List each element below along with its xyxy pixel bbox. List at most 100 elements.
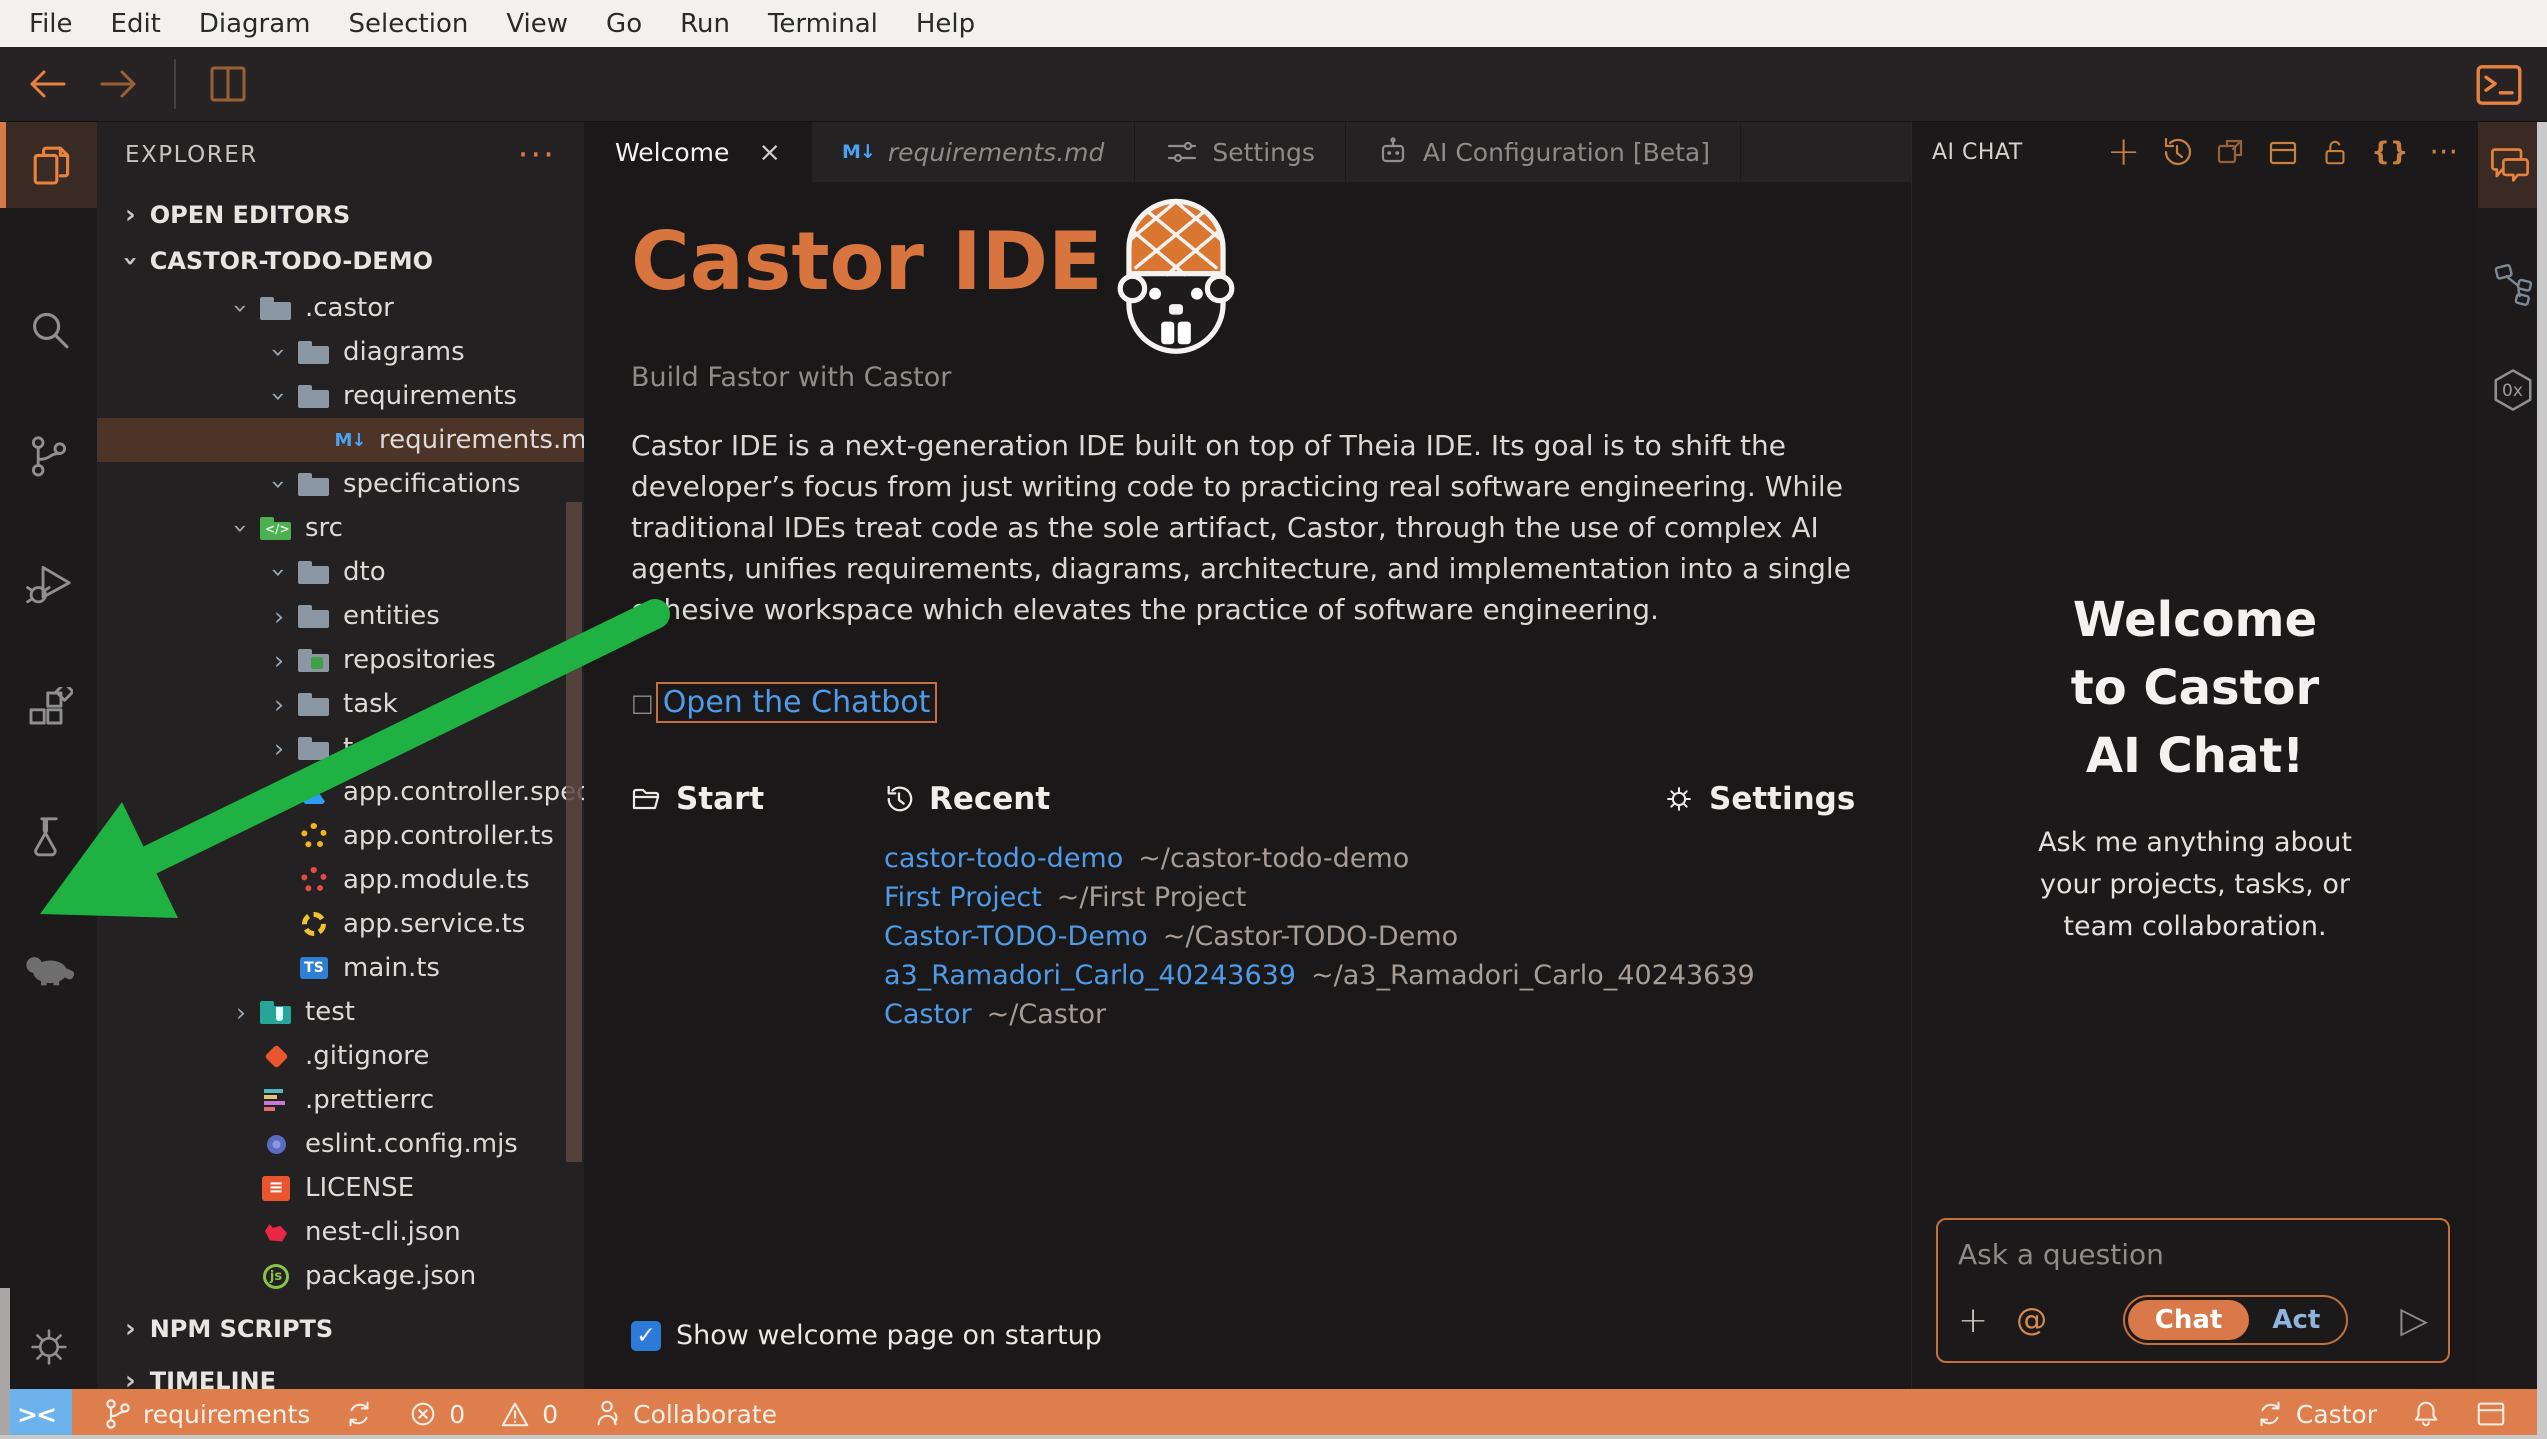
tree-item[interactable]: requirements.md xyxy=(97,418,584,462)
section-workspace-root[interactable]: › CASTOR-TODO-DEMO xyxy=(97,238,584,284)
explorer-more-actions-icon[interactable]: ··· xyxy=(518,135,556,175)
sidebar-item-source-control[interactable] xyxy=(0,429,97,485)
unlock-icon[interactable] xyxy=(2320,136,2350,168)
sidebar-item-castor-beaver[interactable] xyxy=(0,937,97,993)
recent-link[interactable]: Castor-TODO-Demo xyxy=(884,917,1148,956)
file-icon xyxy=(297,778,331,806)
mention-at-icon[interactable]: @ xyxy=(2016,1302,2047,1338)
tree-item[interactable]: repositories xyxy=(97,638,584,682)
recent-item: Castor-TODO-Demo ~/Castor-TODO-Demo xyxy=(884,917,1664,956)
tree-item[interactable]: .castor xyxy=(97,286,584,330)
section-open-editors[interactable]: › OPEN EDITORS xyxy=(97,192,584,238)
chat-question-input[interactable] xyxy=(1958,1238,2428,1271)
menu-item[interactable]: Diagram xyxy=(180,9,330,39)
git-branch-status[interactable]: requirements xyxy=(102,1397,310,1431)
send-icon[interactable]: ▷ xyxy=(2400,1300,2428,1341)
tree-item[interactable]: LICENSE xyxy=(97,1166,584,1210)
tree-chevron-icon xyxy=(265,338,293,367)
sync-status[interactable] xyxy=(344,1399,374,1429)
tab-requirements-md[interactable]: M↓ requirements.md xyxy=(812,122,1135,182)
tab-welcome[interactable]: Welcome × xyxy=(585,122,812,182)
recent-link[interactable]: First Project xyxy=(884,878,1042,917)
terminal-icon[interactable] xyxy=(2473,61,2525,113)
show-welcome-checkbox[interactable]: ✓ Show welcome page on startup xyxy=(631,1320,1102,1351)
split-editor-icon[interactable] xyxy=(204,62,252,106)
section-npm-scripts[interactable]: › NPM SCRIPTS xyxy=(97,1306,584,1352)
menu-item[interactable]: View xyxy=(487,9,587,39)
tree-item[interactable]: app.service.ts xyxy=(97,902,584,946)
open-in-new-icon[interactable] xyxy=(2214,136,2246,168)
warnings-status[interactable]: 0 xyxy=(499,1399,558,1429)
checkbox-checked-icon[interactable]: ✓ xyxy=(631,1321,661,1351)
file-icon xyxy=(259,1218,293,1246)
new-chat-icon[interactable]: + xyxy=(2107,132,2141,172)
tree-item[interactable]: main.ts xyxy=(97,946,584,990)
tab-settings[interactable]: Settings xyxy=(1135,122,1346,182)
file-icon xyxy=(259,514,293,542)
tree-item[interactable]: app.controller.spec.ts xyxy=(97,770,584,814)
section-timeline[interactable]: › TIMELINE xyxy=(97,1358,584,1389)
castor-sync-status[interactable]: Castor xyxy=(2255,1399,2377,1429)
close-icon[interactable]: × xyxy=(758,137,781,168)
history-icon[interactable] xyxy=(2161,136,2193,168)
tree-item[interactable]: dto xyxy=(97,550,584,594)
tree-item[interactable]: task xyxy=(97,682,584,726)
recent-link[interactable]: castor-todo-demo xyxy=(884,839,1123,878)
sidebar-scrollbar-thumb[interactable] xyxy=(566,502,582,1162)
source-control-icon xyxy=(25,433,73,481)
menu-item[interactable]: Terminal xyxy=(749,9,897,39)
more-actions-icon[interactable]: ··· xyxy=(2429,135,2458,170)
tree-item[interactable]: test xyxy=(97,990,584,1034)
tree-item[interactable]: package.json xyxy=(97,1254,584,1298)
tab-ai-configuration[interactable]: AI Configuration [Beta] xyxy=(1346,122,1741,182)
tree-item[interactable]: specifications xyxy=(97,462,584,506)
tree-item[interactable]: eslint.config.mjs xyxy=(97,1122,584,1166)
forward-button[interactable] xyxy=(96,64,142,104)
sidebar-item-run-debug[interactable] xyxy=(0,556,97,612)
collaborate-status[interactable]: Collaborate xyxy=(592,1398,777,1430)
manage-settings-button[interactable] xyxy=(0,1319,97,1375)
tree-item[interactable]: todo xyxy=(97,726,584,770)
file-tree: .castor diagrams requirements requiremen… xyxy=(97,286,584,1298)
split-layout-icon[interactable] xyxy=(2267,136,2299,168)
tree-item[interactable]: app.controller.ts xyxy=(97,814,584,858)
menu-item[interactable]: Help xyxy=(897,9,994,39)
sidebar-item-extensions[interactable] xyxy=(0,683,97,739)
file-icon xyxy=(259,1086,293,1114)
menu-item[interactable]: Run xyxy=(661,9,749,39)
tree-item[interactable]: requirements xyxy=(97,374,584,418)
menu-item[interactable]: File xyxy=(10,9,92,39)
tree-item[interactable]: .prettierrc xyxy=(97,1078,584,1122)
menu-item[interactable]: Edit xyxy=(92,9,180,39)
open-chatbot-link[interactable]: Open the Chatbot xyxy=(656,682,938,723)
notifications-bell[interactable] xyxy=(2411,1398,2441,1430)
attach-plus-icon[interactable]: + xyxy=(1958,1300,1988,1341)
mode-chat-button[interactable]: Chat xyxy=(2128,1300,2250,1340)
ai-config-icon xyxy=(1376,136,1410,168)
window-scrollbar[interactable] xyxy=(2537,122,2547,1439)
mode-act-button[interactable]: Act xyxy=(2249,1300,2343,1340)
remote-indicator[interactable]: >< xyxy=(0,1389,72,1439)
recent-link[interactable]: Castor xyxy=(884,995,972,1034)
test-flask-icon xyxy=(25,814,73,862)
sidebar-item-explorer[interactable] xyxy=(0,122,97,208)
menu-item[interactable]: Selection xyxy=(330,9,488,39)
errors-status[interactable]: 0 xyxy=(408,1399,465,1429)
recent-link[interactable]: a3_Ramadori_Carlo_40243639 xyxy=(884,956,1296,995)
menu-item[interactable]: Go xyxy=(587,9,661,39)
panel-layout-toggle[interactable] xyxy=(2475,1399,2507,1429)
ai-chat-panel: AI CHAT + {} ··· Welcome to Castor xyxy=(1911,122,2478,1389)
tree-item[interactable]: nest-cli.json xyxy=(97,1210,584,1254)
sidebar-item-testing[interactable] xyxy=(0,810,97,866)
braces-icon[interactable]: {} xyxy=(2371,137,2408,167)
tree-item[interactable]: .gitignore xyxy=(97,1034,584,1078)
explorer-sidebar: EXPLORER ··· › OPEN EDITORS › CASTOR-TOD… xyxy=(97,122,585,1389)
recent-path: ~/First Project xyxy=(1057,878,1247,917)
tree-item[interactable]: app.module.ts xyxy=(97,858,584,902)
tree-item[interactable]: src xyxy=(97,506,584,550)
tree-item[interactable]: diagrams xyxy=(97,330,584,374)
back-button[interactable] xyxy=(24,64,70,104)
tree-item[interactable]: entities xyxy=(97,594,584,638)
start-heading: Start xyxy=(676,781,764,817)
sidebar-item-search[interactable] xyxy=(0,302,97,358)
